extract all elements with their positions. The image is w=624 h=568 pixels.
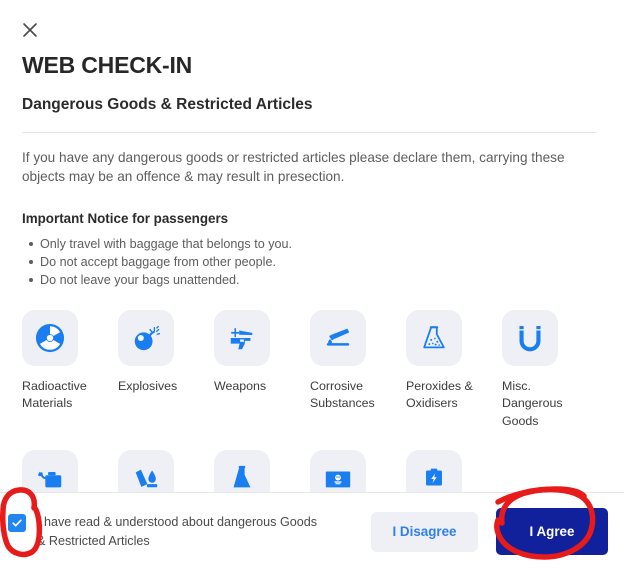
list-item: Do not accept baggage from other people. [29,253,602,271]
page-title: WEB CHECK-IN [22,52,193,78]
peroxides-oxidisers-flask-icon [423,325,445,348]
flammable-solids-tile[interactable] [118,450,174,492]
flammable-solids-match-icon [135,469,158,488]
dialog-scroll-body[interactable]: WEB CHECK-IN Dangerous Goods & Restricte… [0,0,624,492]
checkmark-icon [12,519,22,527]
grid-item-label: Corrosive Substances [310,378,375,411]
misc-dangerous-tile[interactable] [502,309,558,366]
footer-button-row: I Disagree I Agree [371,508,608,555]
agreement-label: I have read & understood about dangerous… [37,515,318,548]
corrosive-tile[interactable] [310,309,366,366]
notice-heading: Important Notice for passengers [22,210,229,226]
peroxides-tile[interactable] [406,309,462,366]
page-subtitle: Dangerous Goods & Restricted Articles [22,95,313,113]
dialog-footer: I have read & understood about dangerous… [0,492,624,568]
infectious-substances-icon [325,471,351,488]
agreement-checkbox[interactable] [8,514,26,532]
notice-bullet-list: Only travel with baggage that belongs to… [22,226,602,290]
corrosive-substances-icon [326,328,350,346]
lithium-battery-icon [426,468,442,486]
weapons-tile[interactable] [214,309,270,366]
grid-item-label: Weapons [214,378,267,393]
grid-item-peroxides[interactable]: Peroxides & Oxidisers [406,309,502,431]
grid-item-label: Peroxides & Oxidisers [406,378,473,411]
list-item: Only travel with baggage that belongs to… [29,235,602,253]
web-checkin-dialog: WEB CHECK-IN Dangerous Goods & Restricte… [0,0,624,568]
lithium-battery-tile[interactable] [406,450,462,492]
infectious-substances-tile[interactable] [310,450,366,492]
grid-item-weapons[interactable]: Weapons [214,309,310,431]
weapons-gun-icon [230,327,253,349]
agree-button[interactable]: I Agree [496,508,608,555]
flammable-liquids-fuel-can-icon [38,471,62,488]
radioactive-icon [35,323,65,352]
dangerous-goods-grid-row-2 [22,450,602,492]
radioactive-tile[interactable] [22,309,78,366]
grid-item-lithium-battery[interactable] [406,450,502,492]
dangerous-goods-grid-row-1: Radioactive Materials Explosives Weapons… [22,309,602,431]
grid-item-flammable-liquids[interactable] [22,450,118,492]
grid-item-flammable-solids[interactable] [118,450,214,492]
disagree-button[interactable]: I Disagree [371,511,478,552]
intro-paragraph: If you have any dangerous goods or restr… [22,150,565,185]
explosives-tile[interactable] [118,309,174,366]
grid-item-infectious-substances[interactable] [310,450,406,492]
toxic-flask-icon [233,466,251,488]
explosives-bomb-icon [134,325,161,350]
magnet-misc-dangerous-goods-icon [519,325,541,351]
grid-item-label: Explosives [118,378,178,393]
grid-item-misc-dangerous[interactable]: Misc. Dangerous Goods [502,309,598,431]
grid-item-label: Misc. Dangerous Goods [502,378,563,428]
list-item: Do not leave your bags unattended. [29,271,602,289]
agreement-row[interactable]: I have read & understood about dangerous… [8,513,338,551]
grid-item-empty [502,450,598,492]
grid-item-corrosive[interactable]: Corrosive Substances [310,309,406,431]
toxic-tile[interactable] [214,450,270,492]
flammable-liquids-tile[interactable] [22,450,78,492]
grid-item-toxic[interactable] [214,450,310,492]
grid-item-radioactive[interactable]: Radioactive Materials [22,309,118,431]
grid-item-label: Radioactive Materials [22,378,87,411]
grid-item-explosives[interactable]: Explosives [118,309,214,431]
